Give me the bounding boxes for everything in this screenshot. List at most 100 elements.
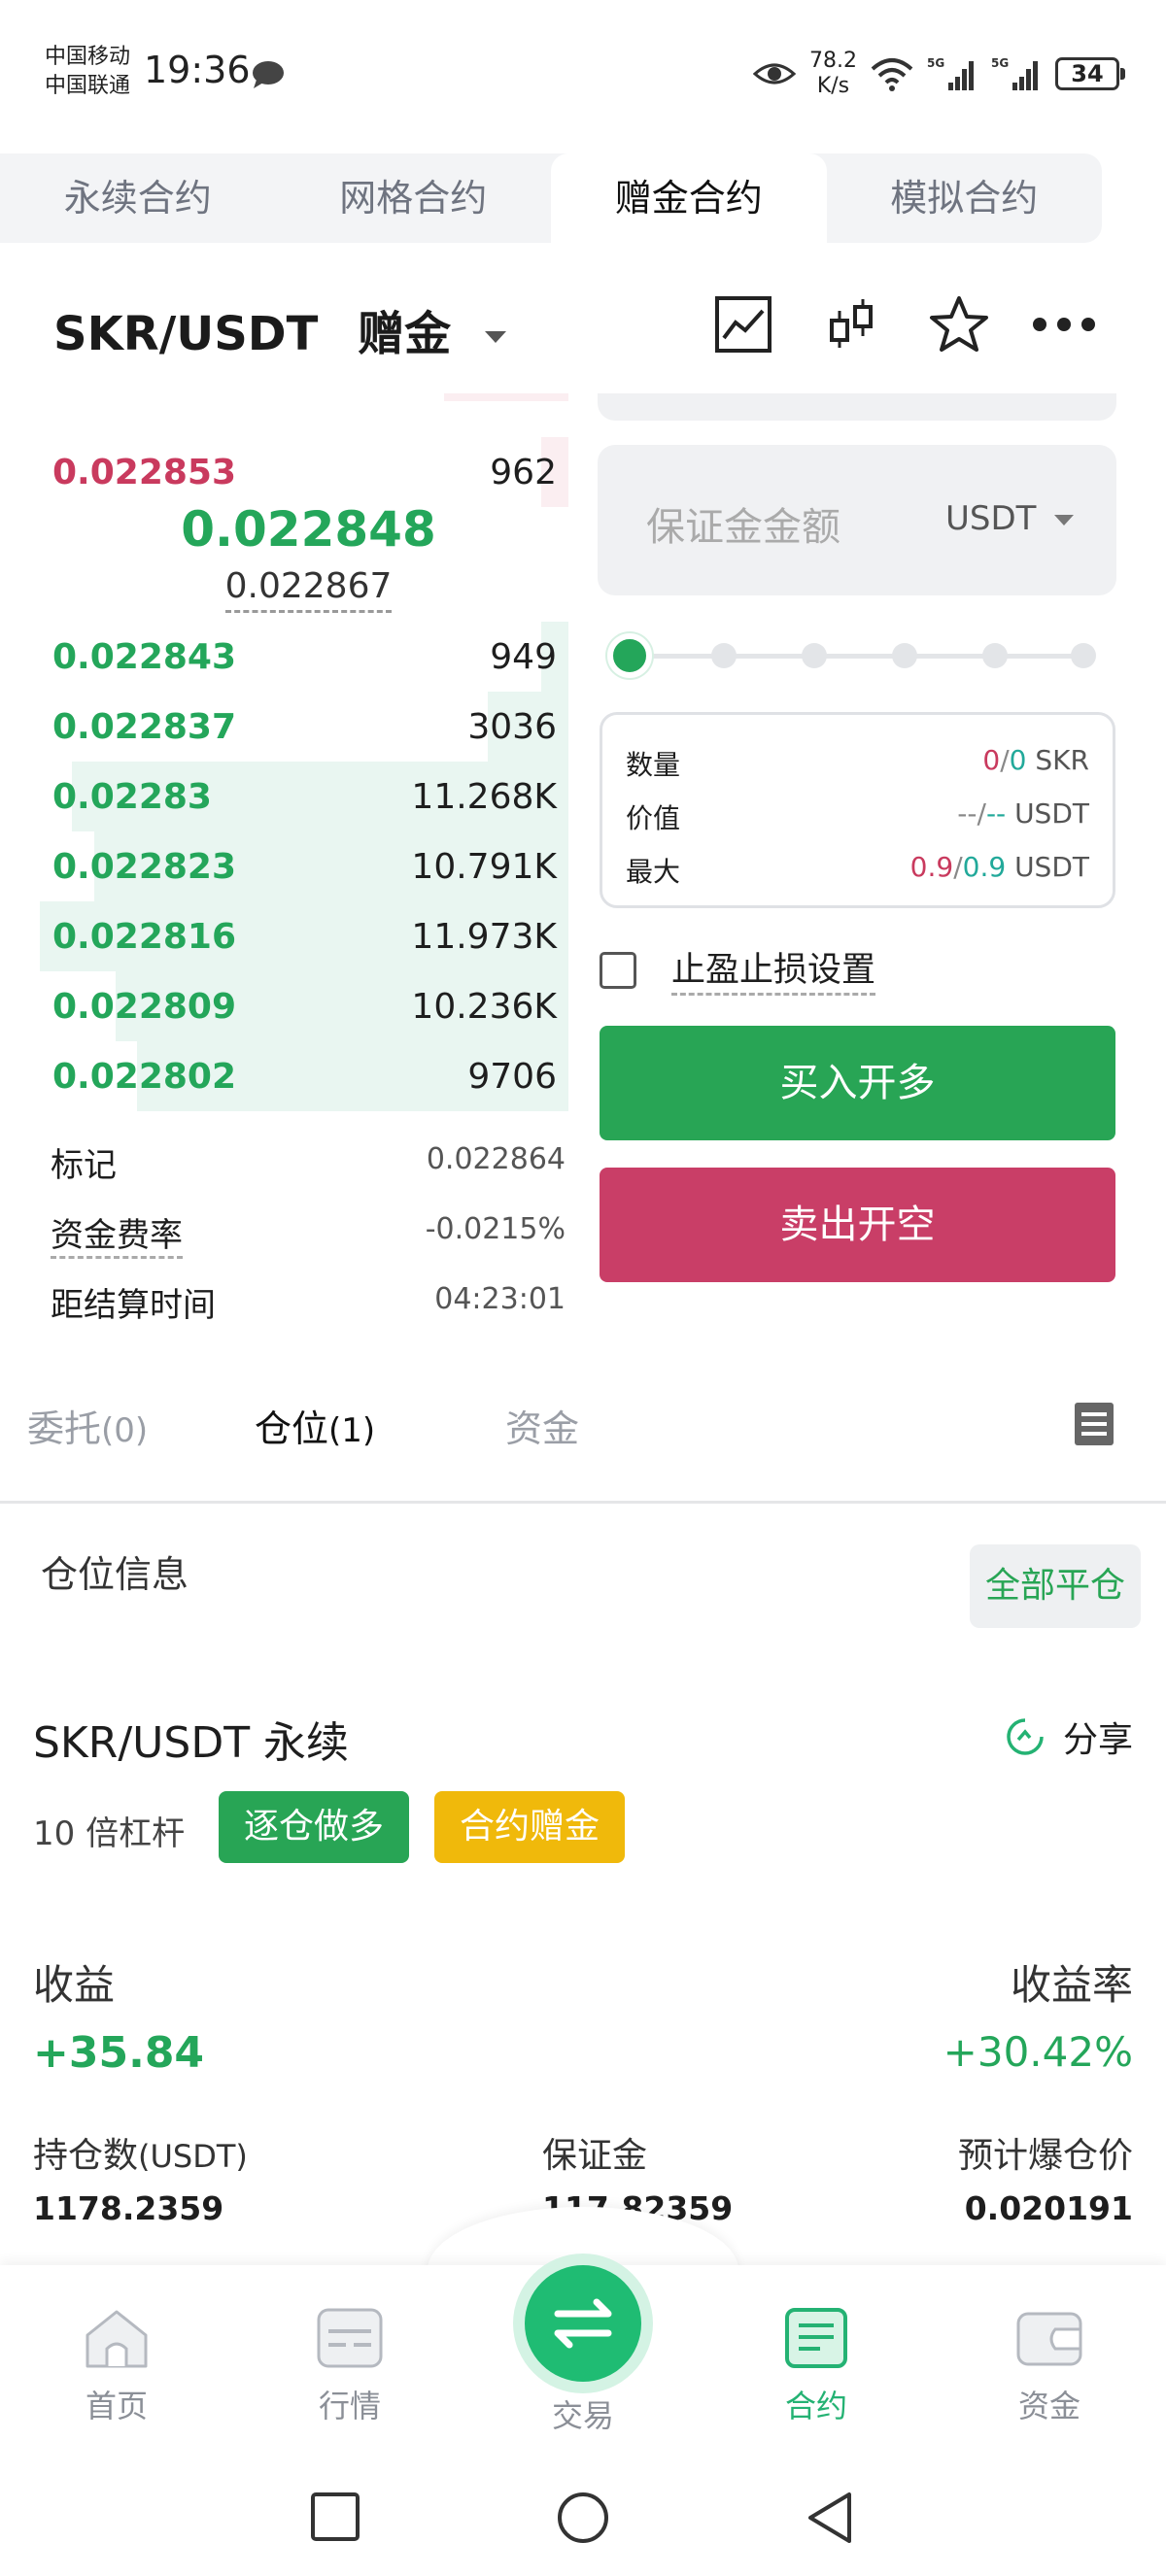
buy-long-button[interactable]: 买入开多 <box>600 1026 1115 1140</box>
slider-handle[interactable] <box>607 633 652 678</box>
market-icon <box>317 2308 383 2368</box>
bid-row[interactable]: 0.02283 11.268K <box>29 762 568 831</box>
bid-price: 0.022823 <box>52 847 237 887</box>
bid-quantity: 11.268K <box>411 777 557 817</box>
bid-row[interactable]: 0.022802 9706 <box>29 1041 568 1111</box>
margin-placeholder: 保证金金额 <box>646 505 840 550</box>
tab-orders[interactable]: 委托(0) <box>27 1399 148 1452</box>
bid-quantity: 3036 <box>467 707 557 747</box>
pnl-label: 收益 <box>33 1961 116 2009</box>
margin-amount-input[interactable]: 保证金金额 USDT <box>598 445 1116 595</box>
summary-value-row: 价值 --/-- USDT <box>626 786 1089 839</box>
tab-bonus[interactable]: 赠金合约 <box>551 153 827 243</box>
tab-positions-label: 仓位 <box>255 1407 329 1450</box>
bid-price: 0.022816 <box>52 917 237 957</box>
more-options-icon[interactable] <box>1030 293 1098 356</box>
home-icon <box>86 2310 148 2368</box>
nav-home[interactable]: 首页 <box>49 2306 185 2426</box>
tpsl-label[interactable]: 止盈止损设置 <box>671 948 876 996</box>
summary-value: 0/0 SKR <box>982 744 1089 776</box>
last-price[interactable]: 0.022848 <box>29 495 588 563</box>
tab-demo[interactable]: 模拟合约 <box>827 153 1103 243</box>
network-speed-unit: K/s <box>816 74 850 98</box>
svg-text:5G: 5G <box>991 56 1009 70</box>
leverage-label: 10 倍杠杆 <box>33 1814 186 1853</box>
bid-price: 0.02283 <box>52 777 212 817</box>
candlestick-icon[interactable] <box>820 293 882 356</box>
bid-price: 0.022802 <box>52 1057 237 1097</box>
stat-settlement-countdown: 距结算时间 04:23:01 <box>51 1267 566 1337</box>
tab-positions[interactable]: 仓位(1) <box>255 1399 375 1452</box>
trading-header: SKR/USDT 赠金 <box>0 254 1166 390</box>
roe-label: 收益率 <box>1010 1961 1133 2009</box>
liquidation-value: 0.020191 <box>964 2189 1133 2227</box>
price-input-partial[interactable] <box>598 393 1116 421</box>
nav-market[interactable]: 行情 <box>282 2306 418 2426</box>
slider-step[interactable] <box>1071 643 1096 668</box>
bid-quantity: 9706 <box>467 1057 557 1097</box>
tpsl-checkbox[interactable] <box>600 952 636 989</box>
wifi-icon <box>871 58 913 91</box>
summary-value-b: 0 <box>1009 744 1027 776</box>
tab-positions-count: (1) <box>328 1411 376 1450</box>
margin-unit-selector[interactable]: USDT <box>945 499 1036 538</box>
carrier-info: 中国移动 中国联通 <box>45 43 130 101</box>
stat-value: 04:23:01 <box>434 1282 566 1316</box>
pair-selector[interactable]: SKR/USDT 赠金 <box>53 295 506 363</box>
ask-price: 0.022853 <box>52 453 237 492</box>
order-summary-box: 数量 0/0 SKR 价值 --/-- USDT 最大 0.9/0.9 USDT <box>600 712 1115 908</box>
sell-short-button[interactable]: 卖出开空 <box>600 1168 1115 1282</box>
tab-funds[interactable]: 资金 <box>505 1399 579 1452</box>
roe-value: +30.42% <box>943 2028 1133 2076</box>
clock: 19:36 <box>144 49 251 91</box>
nav-contract[interactable]: 合约 <box>748 2306 884 2426</box>
wallet-icon <box>1016 2312 1082 2366</box>
nav-assets[interactable]: 资金 <box>981 2306 1117 2426</box>
message-notification-icon <box>253 61 284 88</box>
share-button[interactable]: 分享 <box>1005 1712 1133 1762</box>
index-price[interactable]: 0.022867 <box>224 563 393 613</box>
back-icon[interactable] <box>805 2491 857 2545</box>
stat-label: 距结算时间 <box>51 1286 216 1325</box>
size-unit: (USDT) <box>138 2138 248 2175</box>
star-icon[interactable] <box>928 293 990 356</box>
tab-perpetual[interactable]: 永续合约 <box>0 153 276 243</box>
document-list-icon[interactable] <box>1073 1401 1115 1447</box>
bid-quantity: 11.973K <box>411 917 557 957</box>
recent-apps-icon[interactable] <box>309 2491 361 2543</box>
slider-step[interactable] <box>892 643 917 668</box>
close-all-button[interactable]: 全部平仓 <box>970 1544 1141 1628</box>
status-indicators: 78.2 K/s 5G 5G 34 <box>753 45 1125 103</box>
nav-trade[interactable] <box>513 2254 653 2393</box>
tab-grid[interactable]: 网格合约 <box>276 153 552 243</box>
summary-unit: SKR <box>1035 744 1089 776</box>
nav-trade-label: 交易 <box>551 2397 614 2434</box>
bid-row[interactable]: 0.022809 10.236K <box>29 971 568 1041</box>
summary-value-b: 0.9 <box>962 851 1007 883</box>
amount-slider[interactable] <box>607 633 1096 678</box>
summary-quantity: 数量 0/0 SKR <box>626 732 1089 786</box>
bid-price: 0.022809 <box>52 987 237 1027</box>
carrier-primary: 中国移动 <box>45 45 131 69</box>
bid-row[interactable]: 0.022843 949 <box>29 622 568 692</box>
stat-funding-rate[interactable]: 资金费率 -0.0215% <box>51 1197 566 1267</box>
line-chart-icon[interactable] <box>712 293 774 356</box>
share-icon <box>1007 1718 1044 1755</box>
contract-type-tabs: 永续合约 网格合约 赠金合约 模拟合约 <box>0 153 1102 243</box>
battery-indicator: 34 <box>1055 57 1125 90</box>
bid-price: 0.022843 <box>52 637 237 677</box>
status-bar: 中国移动 中国联通 19:36 78.2 K/s 5G 5G 34 <box>0 0 1166 146</box>
bid-quantity: 10.236K <box>411 987 557 1027</box>
tab-orders-count: (0) <box>101 1411 149 1450</box>
slider-step[interactable] <box>802 643 827 668</box>
pair-mode: 赠金 <box>358 307 452 361</box>
bid-quantity: 949 <box>490 637 557 677</box>
slider-step[interactable] <box>982 643 1008 668</box>
bid-row[interactable]: 0.022823 10.791K <box>29 831 568 901</box>
bid-row[interactable]: 0.022837 3036 <box>29 692 568 762</box>
home-circle-icon[interactable] <box>556 2491 610 2545</box>
slider-step[interactable] <box>711 643 737 668</box>
section-title: 仓位信息 <box>41 1553 189 1596</box>
depth-bar <box>444 393 568 401</box>
bid-row[interactable]: 0.022816 11.973K <box>29 901 568 971</box>
